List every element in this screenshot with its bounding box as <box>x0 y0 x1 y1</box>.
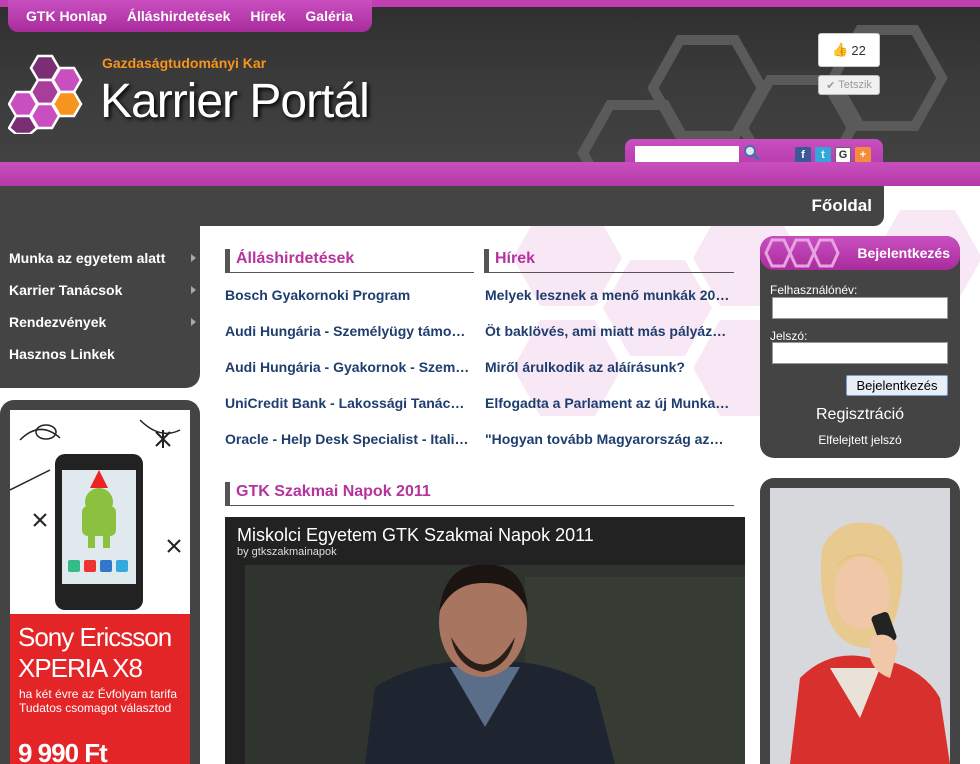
search-icon[interactable] <box>743 144 761 162</box>
logo-hexagon-icon[interactable] <box>8 54 98 134</box>
job-link[interactable]: UniCredit Bank - Lakossági Tanác… <box>225 395 470 411</box>
right-photo-ad[interactable] <box>770 488 950 764</box>
ad-brand: Sony Ericsson <box>18 622 172 652</box>
nav-allashirdetesek[interactable]: Álláshirdetések <box>127 8 231 24</box>
register-link[interactable]: Regisztráció <box>760 406 960 424</box>
ad-phone-illustration <box>10 410 190 614</box>
login-title: Bejelentkezés <box>857 245 950 261</box>
job-link[interactable]: Audi Hungária - Gyakornok - Szem… <box>225 359 470 375</box>
facebook-icon[interactable]: f <box>795 147 811 163</box>
jobs-heading[interactable]: Álláshirdetések <box>225 249 474 273</box>
login-hexagon-icon <box>764 238 840 268</box>
woman-on-phone-photo <box>770 488 950 764</box>
news-link[interactable]: Melyek lesznek a menő munkák 20… <box>485 287 733 303</box>
menu-item-label: Karrier Tanácsok <box>9 282 123 298</box>
job-link[interactable]: Audi Hungária - Személyügy támo… <box>225 323 470 339</box>
addthis-icon[interactable]: + <box>855 147 871 163</box>
site-header: GTK Honlap Álláshirdetések Hírek Galéria… <box>0 0 980 186</box>
search-input[interactable] <box>635 146 739 162</box>
news-heading[interactable]: Hírek <box>484 249 734 273</box>
news-link[interactable]: Elfogadta a Parlament az új Munka… <box>485 395 733 411</box>
thumbs-up-icon: 👍 <box>832 42 849 57</box>
share-icon[interactable]: G <box>835 147 851 163</box>
login-header: Bejelentkezés <box>760 236 960 270</box>
menu-item-label: Hasznos Linkek <box>9 346 115 362</box>
nav-galeria[interactable]: Galéria <box>305 8 352 24</box>
top-nav: GTK Honlap Álláshirdetések Hírek Galéria <box>8 0 372 32</box>
nav-hirek[interactable]: Hírek <box>250 8 285 24</box>
menu-item-label: Rendezvények <box>9 314 107 330</box>
chevron-right-icon <box>191 254 196 262</box>
sony-ericsson-ad[interactable]: Sony Ericsson XPERIA X8 ha két évre az É… <box>10 410 190 764</box>
page-title: Főoldal <box>811 196 872 215</box>
forgot-password-link[interactable]: Elfelejtett jelszó <box>760 433 960 447</box>
video-player[interactable]: Miskolci Egyetem GTK Szakmai Napok 2011 … <box>225 517 745 764</box>
menu-item-rendezvenyek[interactable]: Rendezvények <box>0 306 200 338</box>
checkmark-icon: ✔ <box>826 79 836 92</box>
login-button[interactable]: Bejelentkezés <box>846 375 948 396</box>
news-link[interactable]: "Hogyan tovább Magyarország az… <box>485 431 733 447</box>
password-field[interactable] <box>772 342 948 364</box>
chevron-right-icon <box>191 286 196 294</box>
menu-item-label: Munka az egyetem alatt <box>9 250 166 266</box>
page-title-bar: Főoldal <box>200 186 884 226</box>
brand-subtitle: Gazdaságtudományi Kar <box>102 55 267 71</box>
username-label: Felhasználónév: <box>770 283 858 297</box>
facebook-like-count: 👍 22 <box>818 33 880 67</box>
video-author[interactable]: by gtkszakmainapok <box>237 546 337 558</box>
job-link[interactable]: Oracle - Help Desk Specialist - Itali… <box>225 431 470 447</box>
menu-item-karrier-tanacsok[interactable]: Karrier Tanácsok <box>0 274 200 306</box>
password-label: Jelszó: <box>770 329 808 343</box>
brand-title[interactable]: Karrier Portál <box>100 74 370 129</box>
ad-text: ha két évre az Évfolyam tarifa Tudatos c… <box>19 687 178 715</box>
username-field[interactable] <box>772 297 948 319</box>
twitter-icon[interactable]: t <box>815 147 831 163</box>
news-link[interactable]: Öt baklövés, ami miatt más pályáz… <box>485 323 733 339</box>
news-link[interactable]: Miről árulkodik az aláírásunk? <box>485 359 733 375</box>
like-count: 22 <box>851 42 866 58</box>
nav-gtk-honlap[interactable]: GTK Honlap <box>26 8 107 24</box>
ad-model: XPERIA X8 <box>18 653 143 683</box>
menu-item-hasznos-linkek[interactable]: Hasznos Linkek <box>0 338 200 370</box>
menu-item-munka-az-egyetem-alatt[interactable]: Munka az egyetem alatt <box>0 242 200 274</box>
job-link[interactable]: Bosch Gyakornoki Program <box>225 287 470 303</box>
pink-band <box>0 162 980 186</box>
login-box: Bejelentkezés Felhasználónév: Jelszó: Be… <box>760 236 960 458</box>
chevron-right-icon <box>191 318 196 326</box>
video-title[interactable]: Miskolci Egyetem GTK Szakmai Napok 2011 <box>237 525 594 546</box>
like-button-label: Tetszik <box>838 79 872 91</box>
facebook-like-button[interactable]: ✔ Tetszik <box>818 75 880 95</box>
left-top-bar <box>0 186 200 226</box>
ad-price: 9 990 Ft <box>18 738 108 764</box>
left-menu: Munka az egyetem alatt Karrier Tanácsok … <box>0 226 200 388</box>
video-section-heading: GTK Szakmai Napok 2011 <box>225 482 734 506</box>
